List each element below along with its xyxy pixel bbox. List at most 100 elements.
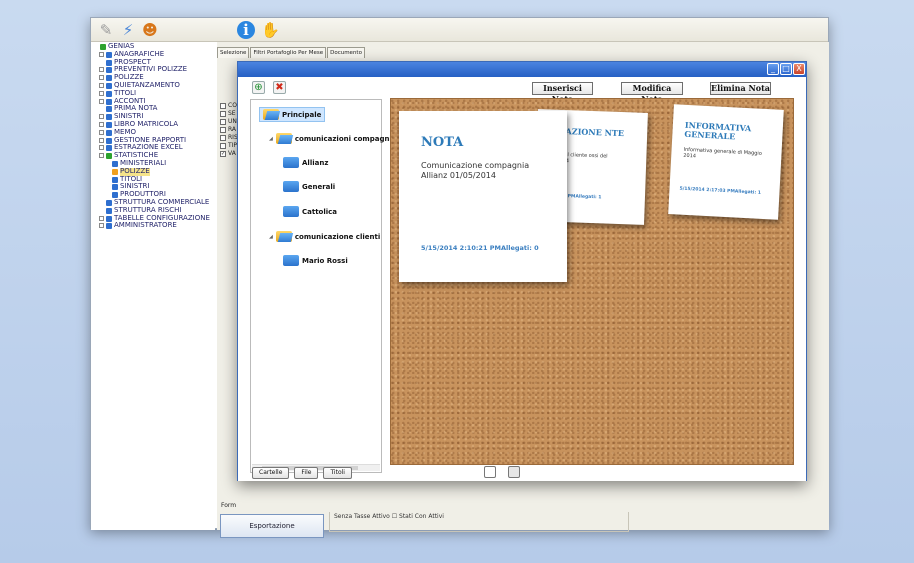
cartelle-button[interactable]: Cartelle (252, 467, 290, 479)
tab-selezione[interactable]: Selezione (217, 47, 250, 58)
module-icon (112, 184, 118, 191)
module-icon (100, 44, 106, 50)
collapse-arrow-icon[interactable]: ◢ (269, 136, 273, 142)
cork-board: UNICAZIONE NTE cazione dal cliente ossi … (390, 98, 794, 465)
collapse-arrow-icon[interactable]: ◢ (269, 234, 273, 240)
checklist-item[interactable]: CO (220, 102, 238, 110)
checkbox[interactable] (220, 119, 226, 125)
folder-item[interactable]: ◢ comunicazione clienti (269, 231, 380, 242)
folder-label: Allianz (302, 158, 329, 167)
notes-window: _ □ X ⊕ ✖ Inserisci Nota Modifica Nota E… (237, 61, 807, 481)
folder-item[interactable]: Cattolica (283, 206, 337, 217)
edit-note-button[interactable]: Modifica Nota (621, 82, 683, 104)
folder-tree: Principale ◢ comunicazioni compagnie Allian… (250, 99, 397, 473)
folder-item[interactable]: Generali (283, 181, 335, 192)
expand-toggle-icon[interactable] (99, 137, 104, 143)
tool-icon[interactable]: ✎ (97, 21, 115, 39)
checklist-item[interactable]: UN (220, 118, 238, 126)
tab-documento[interactable]: Documento (327, 47, 365, 58)
checkbox[interactable] (220, 143, 226, 149)
note-card-allianz[interactable]: NOTA Comunicazione compagnia Allianz 01/… (399, 111, 567, 282)
maximize-button[interactable]: □ (780, 63, 792, 75)
expand-toggle-icon[interactable] (99, 121, 104, 127)
window-toolbar: ⊕ ✖ (252, 81, 294, 94)
window-titlebar[interactable]: _ □ X (238, 62, 806, 77)
tree-item[interactable]: PRIMA NOTA (91, 105, 215, 113)
navigation-tree: GENIAS ANAGRAFICHE PROSPECT PREVENTIVI POLI… (91, 42, 215, 530)
checkbox[interactable] (220, 135, 226, 141)
close-button[interactable]: X (793, 63, 805, 75)
folder-icon (283, 206, 299, 217)
checklist-item[interactable]: RA (220, 126, 238, 134)
delete-folder-icon[interactable]: ✖ (273, 81, 286, 94)
note-card-informativa[interactable]: INFORMATIVA GENERALE Informativa general… (668, 104, 784, 220)
folder-label: comunicazione clienti (294, 232, 381, 241)
module-icon (106, 145, 112, 152)
expand-toggle-icon[interactable] (99, 51, 104, 57)
checkbox[interactable] (220, 103, 226, 109)
module-icon (106, 121, 112, 128)
expand-toggle-icon[interactable] (99, 215, 104, 221)
tree-item[interactable]: ANAGRAFICHE (91, 50, 215, 59)
tree-item[interactable]: TITOLI (91, 175, 215, 184)
insert-note-button[interactable]: Inserisci Nota (532, 82, 593, 104)
delete-note-button[interactable]: Elimina Nota (710, 82, 771, 95)
page-prev-button[interactable] (484, 466, 496, 478)
titoli-button[interactable]: Titoli (323, 467, 352, 479)
module-icon (112, 176, 118, 183)
module-icon (106, 106, 112, 113)
folder-item[interactable]: Principale (259, 107, 326, 122)
tree-item[interactable]: LIBRO MATRICOLA (91, 120, 215, 129)
expand-toggle-icon[interactable] (99, 90, 104, 96)
checklist-item[interactable]: ✓ VA (220, 150, 238, 158)
module-icon (106, 207, 112, 214)
expand-toggle-icon[interactable] (99, 153, 104, 159)
folder-item[interactable]: ◢ comunicazioni compagnie (269, 133, 397, 144)
module-icon (106, 75, 112, 82)
folder-item[interactable]: Allianz (283, 157, 328, 168)
checklist-item[interactable]: TIP (220, 142, 238, 150)
tree-item[interactable]: PREVENTIVI POLIZZE (91, 66, 215, 74)
checklist-label: SE (228, 110, 236, 117)
tree-item[interactable]: TITOLI (91, 89, 215, 98)
tree-item[interactable]: POLIZZE (91, 167, 215, 176)
options-row: Senza Tasse Attivo ☐ Stati Con Attivi (329, 512, 629, 532)
module-icon (106, 137, 112, 144)
tree-item[interactable]: QUIETANZAMENTO (91, 81, 215, 90)
checkbox[interactable]: ✓ (220, 151, 226, 157)
export-button[interactable]: Esportazione (220, 514, 324, 538)
module-icon (106, 223, 112, 230)
expand-toggle-icon[interactable] (99, 129, 104, 135)
expand-toggle-icon[interactable] (99, 223, 104, 229)
tree-item[interactable]: AMMINISTRATORE (91, 222, 215, 230)
hand-icon[interactable]: ✋ (261, 21, 280, 39)
checklist-label: CO (228, 102, 237, 109)
expand-toggle-icon[interactable] (99, 114, 104, 120)
users-icon[interactable]: ☻ (141, 21, 159, 39)
open-folder-icon (275, 231, 292, 242)
checkbox[interactable] (220, 127, 226, 133)
page-next-button[interactable] (508, 466, 520, 478)
module-icon (106, 215, 112, 222)
minimize-button[interactable]: _ (767, 63, 779, 75)
expand-toggle-icon[interactable] (99, 67, 104, 73)
module-icon (106, 153, 112, 160)
checklist-item[interactable]: SE (220, 110, 238, 118)
module-icon (106, 51, 112, 58)
info-icon[interactable]: i (237, 21, 255, 39)
expand-toggle-icon[interactable] (99, 75, 104, 81)
expand-toggle-icon[interactable] (99, 145, 104, 151)
folder-item[interactable]: Mario Rossi (283, 255, 348, 266)
checkbox[interactable] (220, 111, 226, 117)
checklist-label: UN (228, 118, 237, 125)
module-icon (106, 129, 112, 136)
connect-icon[interactable]: ⚡ (119, 21, 137, 39)
expand-toggle-icon[interactable] (99, 82, 104, 88)
expand-toggle-icon[interactable] (99, 98, 104, 104)
add-folder-icon[interactable]: ⊕ (252, 81, 265, 94)
tree-item[interactable]: MINISTERIALI (91, 159, 215, 168)
file-button[interactable]: File (294, 467, 319, 479)
tab-strip: Selezione Filtri Portafoglio Per Mese Do… (217, 47, 366, 58)
checklist-item[interactable]: RIS (220, 134, 238, 142)
tab-filtri-portafoglio[interactable]: Filtri Portafoglio Per Mese (250, 47, 327, 58)
